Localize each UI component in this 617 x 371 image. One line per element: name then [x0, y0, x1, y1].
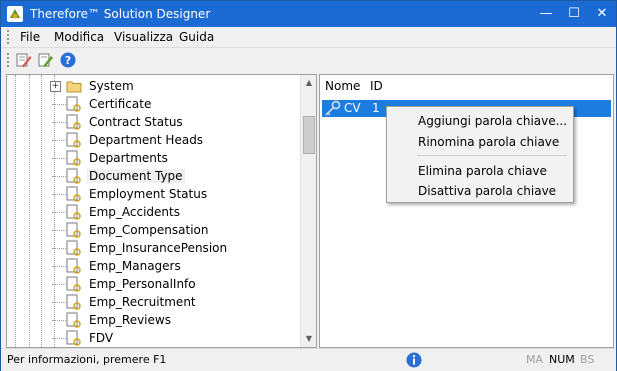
folder-icon — [66, 81, 82, 93]
tree-item-label: Document Type — [87, 169, 185, 183]
menubar-grip[interactable] — [7, 30, 12, 44]
menu-separator — [417, 155, 567, 156]
tree-item-emp-accidents[interactable]: Emp_Accidents — [52, 203, 302, 221]
tree-item-contract-status[interactable]: Contract Status — [52, 113, 302, 131]
tree-panel[interactable]: + System Certificate Contract Status Dep… — [6, 74, 317, 348]
app-window: Therefore™ Solution Designer — ☐ ✕ File … — [0, 0, 617, 371]
tree-item-label: Emp_Accidents — [89, 205, 180, 219]
keyword-dictionary-icon — [66, 150, 81, 166]
keyword-dictionary-icon — [66, 330, 81, 346]
app-logo-icon — [7, 6, 23, 22]
keyword-dictionary-icon — [66, 204, 81, 220]
toolbar-grip[interactable] — [7, 53, 12, 67]
keyword-dictionary-icon — [66, 276, 81, 292]
status-bar: Per informazioni, premere F1 MA NUM BS — [1, 348, 616, 371]
list-row-id: 1 — [372, 101, 380, 115]
list-row-name: CV — [344, 101, 361, 115]
tree-item-document-type[interactable]: Document Type — [52, 167, 302, 185]
indicator-ma: MA — [526, 353, 544, 366]
close-button[interactable]: ✕ — [588, 1, 616, 27]
menu-file[interactable]: File — [20, 30, 40, 44]
keyword-dictionary-icon — [66, 312, 81, 328]
menu-guida[interactable]: Guida — [179, 30, 214, 44]
tree-item-label: Department Heads — [89, 133, 204, 147]
tree-item-fdv[interactable]: FDV — [52, 329, 302, 347]
tree-item-emp-insurancepension[interactable]: Emp_InsurancePension — [52, 239, 302, 257]
pencil-icon[interactable] — [38, 52, 54, 68]
minimize-button[interactable]: — — [532, 1, 560, 27]
keyword-dictionary-icon — [66, 258, 81, 274]
toolbar: ? — [1, 48, 616, 72]
keyword-dictionary-icon — [66, 168, 81, 184]
tree-item-label: System — [89, 79, 134, 93]
tree-item-department-heads[interactable]: Department Heads — [52, 131, 302, 149]
tree-item-emp-managers[interactable]: Emp_Managers — [52, 257, 302, 275]
tree-item-label: Employment Status — [89, 187, 208, 201]
maximize-button[interactable]: ☐ — [560, 1, 588, 27]
menu-modifica[interactable]: Modifica — [54, 30, 104, 44]
scroll-up-arrow-icon[interactable]: ▲ — [301, 75, 316, 91]
keyword-dictionary-icon — [66, 222, 81, 238]
indicator-num: NUM — [549, 353, 575, 366]
tree-item-certificate[interactable]: Certificate — [52, 95, 302, 113]
menu-visualizza[interactable]: Visualizza — [114, 30, 173, 44]
tree-item-label: Certificate — [89, 97, 152, 111]
column-header-id[interactable]: ID — [370, 75, 383, 97]
indicator-bs: BS — [580, 353, 595, 366]
keyword-dictionary-icon — [66, 294, 81, 310]
scroll-thumb[interactable] — [303, 116, 315, 154]
tree-guide-3 — [41, 75, 42, 347]
svg-text:?: ? — [65, 54, 71, 67]
tree-item-label: Emp_PersonalInfo — [89, 277, 196, 291]
help-icon[interactable]: ? — [60, 52, 76, 68]
column-header-nome[interactable]: Nome — [325, 75, 361, 97]
tree-item-emp-reviews[interactable]: Emp_Reviews — [52, 311, 302, 329]
menu-item-delete-keyword[interactable]: Elimina parola chiave — [418, 164, 547, 178]
keyword-dictionary-icon — [66, 186, 81, 202]
tree-item-employment-status[interactable]: Employment Status — [52, 185, 302, 203]
tree-guide-2 — [29, 75, 30, 347]
key-icon — [325, 100, 341, 116]
tree-item-label: Contract Status — [89, 115, 183, 129]
tree-item-label: Emp_InsurancePension — [89, 241, 228, 255]
tree-item-label: Emp_Compensation — [89, 223, 209, 237]
tree-item-label: Emp_Reviews — [89, 313, 171, 327]
keyword-dictionary-icon — [66, 132, 81, 148]
status-text: Per informazioni, premere F1 — [7, 353, 167, 366]
menu-item-rename-keyword[interactable]: Rinomina parola chiave — [418, 135, 559, 149]
tree-guide-1 — [15, 75, 16, 347]
keyword-dictionary-icon — [66, 240, 81, 256]
tree-item-label: FDV — [89, 331, 114, 345]
edit-icon[interactable] — [16, 52, 32, 68]
info-icon[interactable] — [406, 352, 422, 368]
context-menu: Aggiungi parola chiave... Rinomina parol… — [386, 106, 574, 203]
tree-item-label: Emp_Managers — [89, 259, 181, 273]
menu-item-add-keyword[interactable]: Aggiungi parola chiave... — [418, 114, 567, 128]
tree-item-emp-compensation[interactable]: Emp_Compensation — [52, 221, 302, 239]
tree-item-departments[interactable]: Departments — [52, 149, 302, 167]
tree-item-emp-personalinfo[interactable]: Emp_PersonalInfo — [52, 275, 302, 293]
tree-item-label: Emp_Recruitment — [89, 295, 196, 309]
tree-item-system[interactable]: System — [52, 77, 302, 95]
keyword-dictionary-icon — [66, 114, 81, 130]
tree-item-emp-recruitment[interactable]: Emp_Recruitment — [52, 293, 302, 311]
tree-item-label: Departments — [89, 151, 168, 165]
menu-bar: File Modifica Visualizza Guida — [1, 27, 616, 48]
keyword-dictionary-icon — [66, 96, 81, 112]
scroll-down-arrow-icon[interactable]: ▼ — [301, 331, 316, 347]
window-title: Therefore™ Solution Designer — [30, 7, 211, 21]
title-bar[interactable]: Therefore™ Solution Designer — ☐ ✕ — [1, 1, 616, 27]
menu-item-disable-keyword[interactable]: Disattiva parola chiave — [418, 184, 556, 198]
tree-scrollbar[interactable]: ▲ ▼ — [300, 75, 316, 347]
